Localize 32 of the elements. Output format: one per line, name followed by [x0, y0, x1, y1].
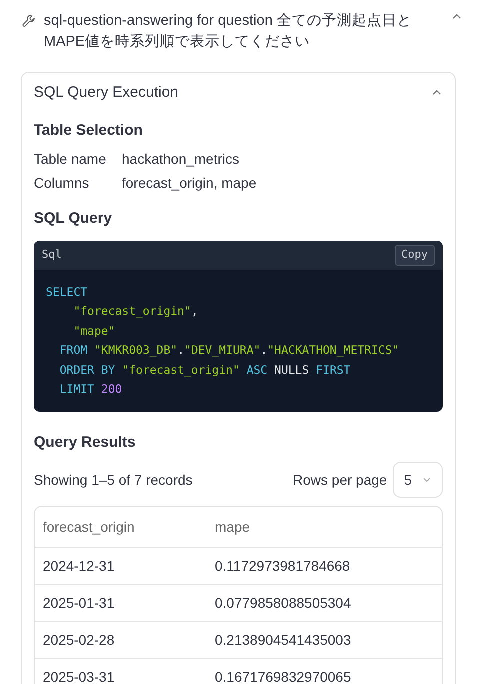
code-line: "mape": [72, 322, 116, 340]
field-value: forecast_origin, mape: [122, 174, 257, 193]
field-label: Columns: [34, 174, 90, 193]
section-heading: Query Results: [34, 432, 137, 452]
table-cell-text: 0.0779858088505304: [215, 594, 352, 612]
section-heading: SQL Query: [34, 209, 114, 229]
rows-per-page-select[interactable]: 5: [393, 462, 443, 498]
table-cell-text: 2024-12-31: [42, 556, 116, 576]
wrench-icon: [22, 14, 36, 28]
tool-title: sql-question-answering for question 全ての予測起点日とMAPE値を時系列順で表示してください: [44, 12, 413, 52]
table-cell-text: 2025-01-31: [42, 594, 116, 612]
code-line: FROM "KMKR003_DB"."DEV_MIURA"."HACKATHON_METRICS": [58, 342, 400, 359]
code-line: "forecast_origin",: [72, 303, 200, 320]
chevron-down-icon: [422, 475, 432, 485]
column-header: mape: [215, 518, 252, 537]
code-line: LIMIT 200: [58, 381, 124, 398]
table-cell-text: 0.2138904541435003: [215, 630, 352, 650]
records-summary: Showing 1–5 of 7 records: [34, 470, 193, 490]
table-cell-text: 2025-02-28: [42, 630, 116, 650]
section-heading: Table Selection: [34, 120, 144, 140]
table-cell-text: 2025-03-31: [42, 668, 116, 684]
panel-title: SQL Query Execution: [34, 83, 179, 103]
rows-per-page-label: Rows per page: [293, 470, 388, 490]
copy-button[interactable]: Copy: [394, 244, 435, 266]
table-cell-text: 0.1671769832970065: [215, 668, 352, 684]
language-label: Sql: [42, 246, 62, 263]
column-header: forecast_origin: [42, 518, 136, 537]
table-cell-text: 0.1172973981784668: [215, 556, 352, 576]
field-value: hackathon_metrics: [122, 150, 240, 169]
code-line: ORDER BY "forecast_origin" ASC NULLS FIRST: [58, 362, 352, 379]
field-label: Table name: [34, 150, 108, 169]
code-line: SELECT: [46, 284, 89, 300]
